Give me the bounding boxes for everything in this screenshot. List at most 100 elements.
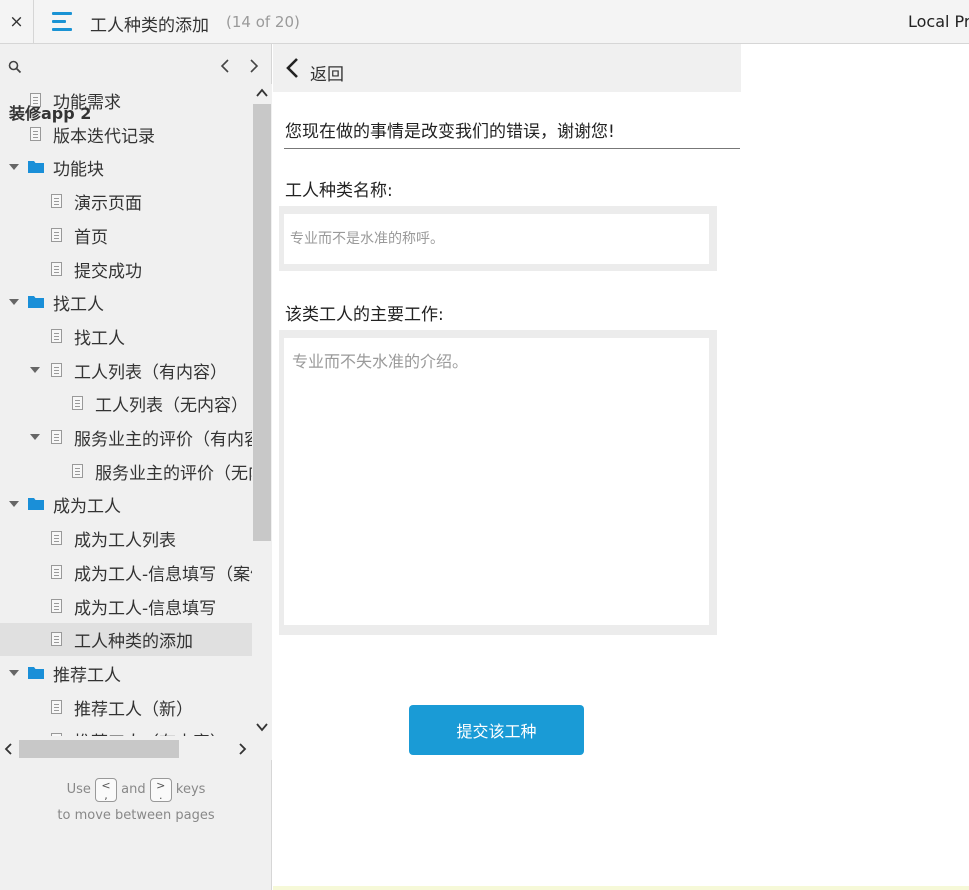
caret-down-icon[interactable]: [9, 501, 19, 508]
tree-item-label: 成为工人-信息填写（案例）: [74, 564, 252, 585]
worker-type-name-label: 工人种类名称:: [285, 181, 393, 201]
tree-page[interactable]: 推荐工人（新）: [0, 691, 252, 724]
page-icon: [51, 194, 62, 209]
page-icon: [30, 126, 41, 141]
search-icon[interactable]: [8, 60, 22, 74]
back-label: 返回: [310, 65, 344, 85]
folder-icon: [28, 666, 44, 679]
tree-page[interactable]: 服务业主的评价（有内容）: [0, 421, 252, 454]
worker-type-name-input[interactable]: [284, 214, 709, 264]
page-icon: [51, 699, 62, 714]
tree-page[interactable]: 成为工人-信息填写（案例）: [0, 556, 252, 589]
tree-page[interactable]: 功能需求: [0, 84, 252, 117]
page-icon: [72, 463, 83, 478]
horizontal-scroll-thumb[interactable]: [19, 740, 179, 758]
folder-icon: [28, 296, 44, 309]
page-icon: [72, 396, 83, 411]
next-key-icon: >.: [149, 777, 172, 802]
top-bar: × 工人种类的添加 (14 of 20) Local Pre: [0, 0, 969, 44]
tree-page[interactable]: 提交成功: [0, 253, 252, 286]
page-icon: [51, 598, 62, 613]
caret-down-icon[interactable]: [30, 366, 40, 373]
menu-icon[interactable]: [52, 12, 72, 32]
page-icon: [30, 93, 41, 107]
page-icon: [51, 531, 62, 546]
scroll-left-icon[interactable]: [3, 742, 15, 756]
tree-folder[interactable]: 功能块: [0, 151, 252, 184]
tree-page[interactable]: 版本迭代记录: [0, 118, 252, 151]
tree-item-label: 首页: [74, 227, 108, 248]
page-icon: [51, 261, 62, 276]
page-icon: [51, 362, 62, 377]
folder-icon: [28, 498, 44, 511]
hint-use: Use: [66, 782, 91, 797]
tree-page[interactable]: 成为工人-信息填写: [0, 590, 252, 623]
tree-page[interactable]: 演示页面: [0, 185, 252, 218]
notice-text: 您现在做的事情是改变我们的错误，谢谢您!: [285, 122, 615, 142]
tree-item-label: 服务业主的评价（有内容）: [74, 430, 252, 450]
bottom-strip: [273, 886, 969, 890]
page-icon: [51, 430, 62, 444]
page-icon: [51, 328, 62, 343]
submit-worker-type-button[interactable]: 提交该工种: [409, 705, 584, 755]
vertical-scroll-thumb[interactable]: [253, 104, 271, 541]
divider: [284, 148, 740, 149]
hint-keys: keys: [175, 782, 206, 797]
tree-folder[interactable]: 推荐工人: [0, 657, 252, 690]
tree-item-label: 找工人: [74, 328, 125, 349]
tree-item-label: 找工人: [53, 295, 104, 316]
chevron-left-icon: [286, 58, 298, 78]
close-button[interactable]: ×: [0, 0, 34, 44]
scroll-down-icon[interactable]: [255, 720, 269, 734]
tree-item-label: 工人列表（无内容）: [95, 396, 248, 417]
tree-item-label: 演示页面: [74, 194, 142, 215]
scroll-up-icon[interactable]: [255, 86, 269, 100]
tree-item-label: 成为工人列表: [74, 531, 176, 552]
caret-down-icon[interactable]: [9, 164, 19, 171]
next-page-icon[interactable]: [245, 56, 263, 76]
tree-item-label: 工人种类的添加: [74, 632, 193, 653]
tree-page[interactable]: 首页: [0, 219, 252, 252]
tree-page[interactable]: 找工人: [0, 320, 252, 353]
tree-page[interactable]: 服务业主的评价（无内容）: [0, 455, 252, 488]
tree-item-label: 工人列表（有内容）: [74, 362, 227, 383]
folder-icon: [28, 161, 44, 174]
page-count: (14 of 20): [226, 13, 300, 31]
hint-and: and: [121, 782, 146, 797]
tree-item-label: 版本迭代记录: [53, 126, 155, 147]
tree-page[interactable]: 工人列表（有内容）: [0, 354, 252, 387]
close-icon: ×: [9, 12, 24, 32]
tree-item-label: 功能需求: [53, 93, 121, 113]
tree-item-label: 提交成功: [74, 261, 142, 282]
page-title: 工人种类的添加: [90, 16, 209, 36]
tree-item-label: 成为工人-信息填写: [74, 598, 217, 619]
back-button[interactable]: 返回: [273, 44, 741, 92]
previous-page-icon[interactable]: [216, 56, 234, 76]
tree-item-label: 推荐工人（新）: [74, 699, 193, 720]
tree-page[interactable]: 成为工人列表: [0, 522, 252, 555]
page-icon: [51, 227, 62, 242]
scroll-right-icon[interactable]: [236, 742, 248, 756]
tree-item-label: 功能块: [53, 160, 104, 181]
main-work-textarea[interactable]: [284, 338, 709, 625]
tree-folder[interactable]: 找工人: [0, 286, 252, 319]
page-icon: [51, 564, 62, 579]
caret-down-icon[interactable]: [9, 669, 19, 676]
main-work-label: 该类工人的主要工作:: [285, 305, 444, 325]
tree-page[interactable]: 推荐工人（有内容）: [0, 724, 252, 736]
page-icon: [51, 632, 62, 647]
tree-page[interactable]: 工人列表（无内容）: [0, 387, 252, 420]
keyboard-hint: Use <, and >. keys to move between pages: [0, 777, 272, 829]
caret-down-icon[interactable]: [30, 434, 40, 440]
tree-page[interactable]: 工人种类的添加: [0, 623, 252, 657]
tree-folder[interactable]: 成为工人: [0, 488, 252, 521]
hint-line2: to move between pages: [57, 808, 215, 823]
tree-item-label: 推荐工人: [53, 665, 121, 686]
tree-item-label: 推荐工人（有内容）: [74, 728, 227, 736]
local-preview-link[interactable]: Local Pre: [908, 12, 969, 31]
page-tree: 功能需求 版本迭代记录 功能块 演示页面 首页 提交成功 找工人 找工人 工人列表（有内容） 工人…: [0, 84, 252, 736]
tree-item-label: 服务业主的评价（无内容）: [95, 463, 252, 484]
prev-key-icon: <,: [95, 777, 117, 802]
tree-item-label: 成为工人: [53, 497, 121, 518]
caret-down-icon[interactable]: [9, 299, 19, 306]
